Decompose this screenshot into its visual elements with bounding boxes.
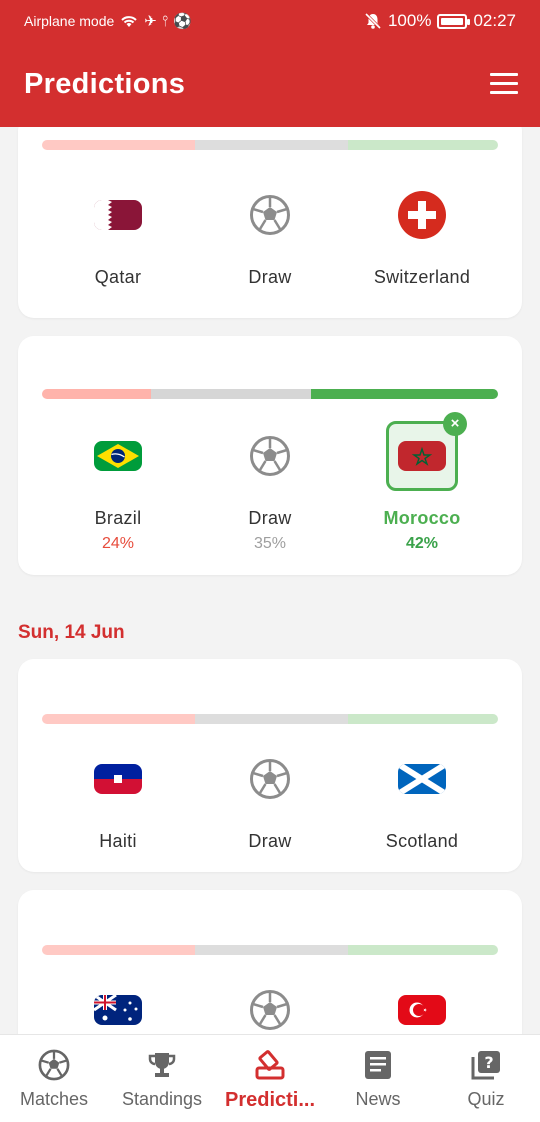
nav-quiz[interactable]: ? Quiz: [432, 1035, 540, 1122]
draw-option[interactable]: Draw: [194, 749, 346, 852]
mute-icon: [364, 12, 382, 30]
remove-prediction-close-icon[interactable]: ×: [443, 412, 467, 436]
away-team-option[interactable]: Scotland: [346, 749, 498, 852]
trophy-icon: [148, 1053, 176, 1077]
away-team-label: Switzerland: [373, 267, 471, 287]
airplane-icon: ✈: [144, 12, 157, 30]
clock: 02:27: [473, 11, 516, 30]
home-team-option[interactable]: Haiti: [42, 749, 194, 852]
australia-flag-icon: [94, 995, 142, 1025]
nav-label: Quiz: [467, 1089, 505, 1109]
football-icon: [250, 436, 290, 476]
draw-option[interactable]: [194, 980, 346, 1034]
home-team-percent: 24%: [101, 535, 135, 552]
draw-label: Draw: [248, 831, 292, 851]
home-team-option[interactable]: [42, 980, 194, 1034]
home-team-option[interactable]: Qatar: [42, 185, 194, 288]
draw-label: Draw: [248, 267, 292, 287]
svg-text:?: ?: [484, 1053, 493, 1072]
home-team-label: Qatar: [94, 267, 142, 287]
prediction-bar: [42, 389, 498, 399]
nav-label: News: [355, 1089, 401, 1109]
draw-option[interactable]: Draw 35%: [194, 426, 346, 553]
nav-standings[interactable]: Standings: [108, 1035, 216, 1122]
app-notification-icon: ⚽: [173, 12, 193, 30]
status-bar: Airplane mode ✈ ⫯ ⚽ 100% 02:27: [0, 0, 540, 44]
home-team-label: Brazil: [94, 508, 142, 528]
match-card: [18, 890, 522, 1034]
away-team-option-selected[interactable]: × Morocco 42%: [346, 412, 498, 553]
prediction-bar: [42, 714, 498, 724]
qatar-flag-icon: [94, 200, 142, 230]
away-team-option[interactable]: [346, 980, 498, 1034]
hamburger-menu-icon[interactable]: [490, 73, 518, 95]
draw-label: Draw: [248, 508, 292, 528]
nav-predictions[interactable]: Predicti...: [216, 1035, 324, 1122]
away-team-percent: 42%: [405, 535, 439, 552]
nav-label: Matches: [19, 1089, 89, 1109]
prediction-icon: [255, 1050, 285, 1080]
switzerland-flag-icon: [398, 191, 446, 239]
nav-news[interactable]: News: [324, 1035, 432, 1122]
haiti-flag-icon: [94, 764, 142, 794]
draw-option[interactable]: Draw: [194, 185, 346, 288]
morocco-flag-icon: [398, 441, 446, 471]
predictions-list[interactable]: Qatar Draw Switzerland Brazil 24% Draw 3…: [0, 127, 540, 1034]
usb-icon: ⫯: [161, 12, 169, 30]
brazil-flag-icon: [94, 441, 142, 471]
draw-percent: 35%: [253, 535, 287, 552]
home-team-label: Haiti: [99, 831, 137, 851]
battery-icon: [437, 13, 471, 29]
match-card: Qatar Draw Switzerland: [18, 127, 522, 318]
quiz-icon: ?: [471, 1051, 500, 1080]
match-card: Brazil 24% Draw 35% × Morocco 42%: [18, 336, 522, 575]
nav-matches[interactable]: Matches: [0, 1035, 108, 1122]
football-icon: [250, 759, 290, 799]
bottom-navigation: Matches Standings Predicti... News ? Qui…: [0, 1034, 540, 1122]
newspaper-icon: [365, 1051, 391, 1079]
football-icon: [250, 195, 290, 235]
airplane-mode-label: Airplane mode: [24, 13, 115, 29]
away-team-option[interactable]: Switzerland: [346, 185, 498, 288]
scotland-flag-icon: [398, 764, 446, 794]
nav-label: Predicti...: [224, 1089, 316, 1111]
page-title: Predictions: [24, 68, 186, 100]
prediction-bar: [42, 945, 498, 955]
away-team-label: Scotland: [385, 831, 459, 851]
prediction-bar: [42, 140, 498, 150]
selected-prediction-box: ×: [386, 412, 467, 491]
wifi-icon: [121, 16, 137, 27]
app-bar: Airplane mode ✈ ⫯ ⚽ 100% 02:27 Predictio…: [0, 0, 540, 127]
football-icon: [250, 990, 290, 1030]
turkey-flag-icon: [398, 995, 446, 1025]
battery-percent: 100%: [387, 11, 432, 30]
home-team-option[interactable]: Brazil 24%: [42, 426, 194, 553]
date-header: Sun, 14 Jun: [18, 622, 125, 643]
match-card: Haiti Draw Scotland: [18, 659, 522, 872]
away-team-label: Morocco: [383, 508, 461, 528]
football-icon: [38, 1049, 70, 1081]
nav-label: Standings: [121, 1089, 203, 1109]
